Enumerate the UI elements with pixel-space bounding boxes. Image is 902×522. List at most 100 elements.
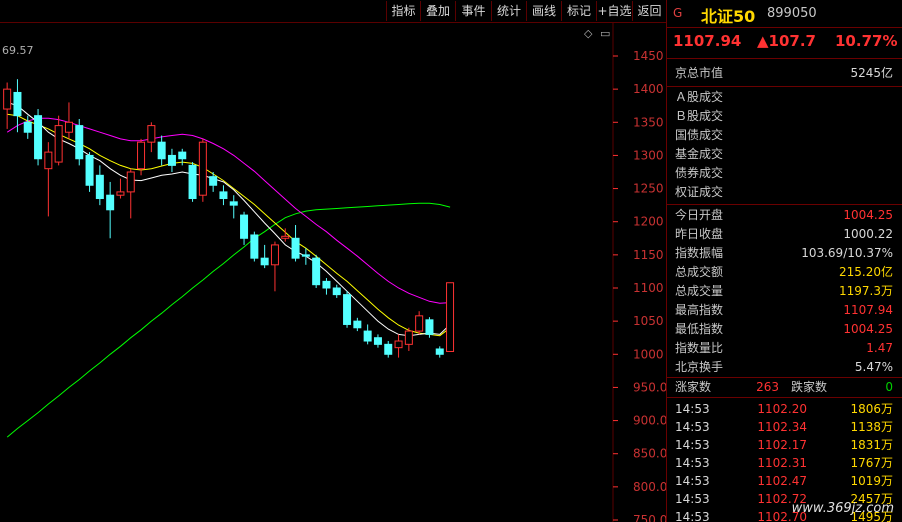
candle-body-down <box>219 191 228 200</box>
info-row: 指数振幅 103.69/10.37% <box>667 244 902 263</box>
candle-body-down <box>332 287 341 296</box>
tick-time: 14:53 <box>675 420 710 434</box>
tick-price: 1102.17 <box>757 438 807 452</box>
overlay-button[interactable]: 叠加 <box>420 1 455 21</box>
candle-body-up <box>394 340 403 349</box>
tick-price: 1102.47 <box>757 474 807 488</box>
candle-body-down <box>229 201 238 206</box>
panel-divider <box>667 397 902 398</box>
y-axis-tick-label: 1150 <box>633 248 664 262</box>
kline-chart[interactable]: 1450 1400 1350 1300 1250 1200 1150 1100 1050 1000… <box>0 23 666 522</box>
candle-body-down <box>291 237 300 259</box>
info-label: 国债成交 <box>675 128 724 142</box>
index-name: 北证50 <box>701 7 756 26</box>
tick-row: 14:53 1102.34 1138万 <box>667 418 902 436</box>
candle-body-up <box>137 141 146 170</box>
diamond-icon[interactable]: ◇ <box>584 27 593 40</box>
tick-time: 14:53 <box>675 474 710 488</box>
info-value: 215.20亿 <box>839 265 893 279</box>
y-axis-tick-label: 1300 <box>633 148 664 162</box>
event-button[interactable]: 事件 <box>455 1 491 21</box>
y-axis-tick-label: 1450 <box>633 49 664 63</box>
window-icon[interactable]: ▭ <box>600 27 610 40</box>
quote-panel: G 北证50 899050 1107.94 ▲107.7 10.77% 京总市值 5245亿 Ａ… <box>666 0 902 522</box>
tick-time: 14:53 <box>675 456 710 470</box>
candle-body-down <box>312 257 321 286</box>
tick-time: 14:53 <box>675 402 710 416</box>
price-change: ▲107.7 <box>757 32 816 50</box>
panel-divider <box>667 86 902 87</box>
mark-button[interactable]: 标记 <box>561 1 596 21</box>
info-value: 1004.25 <box>843 322 893 336</box>
tick-volume: 1831万 <box>850 438 893 452</box>
candle-body-down <box>425 319 434 335</box>
info-label: 最高指数 <box>675 303 724 317</box>
info-label: 最低指数 <box>675 322 724 336</box>
tick-price: 1102.20 <box>757 402 807 416</box>
candle-body-down <box>240 214 249 239</box>
info-row: 京总市值 5245亿 <box>667 64 902 83</box>
info-value: 1000.22 <box>843 227 893 241</box>
tick-price: 1102.31 <box>757 456 807 470</box>
y-axis-tick-label: 1100 <box>633 281 664 295</box>
info-value: 1197.3万 <box>839 284 893 298</box>
info-label: 基金成交 <box>675 147 724 161</box>
panel-divider <box>667 58 902 59</box>
candle-body-down <box>95 174 104 200</box>
candle-body-down <box>250 234 259 259</box>
info-label: 总成交量 <box>675 284 724 298</box>
info-row: 昨日收盘 1000.22 <box>667 225 902 244</box>
candle-body-down <box>209 176 218 186</box>
info-row: Ａ股成交 <box>667 88 902 107</box>
stats-button[interactable]: 统计 <box>491 1 526 21</box>
info-label: 指数量比 <box>675 341 724 355</box>
tick-row: 14:53 1102.20 1806万 <box>667 400 902 418</box>
candle-body-down <box>157 141 166 160</box>
indicator-button[interactable]: 指标 <box>386 1 420 21</box>
watermark-text: www.369jz.com <box>791 501 894 516</box>
kline-chart-svg[interactable]: 1450 1400 1350 1300 1250 1200 1150 1100 1050 1000… <box>0 23 666 522</box>
candle-body-down <box>343 294 352 325</box>
candle-body-up <box>54 125 63 163</box>
candle-body-up <box>270 244 279 266</box>
candle-body-down <box>322 280 331 289</box>
y-axis-tick-label: 850.00 <box>633 447 666 461</box>
info-value: 1.47 <box>866 341 893 355</box>
info-row: 指数量比 1.47 <box>667 339 902 358</box>
info-label: 指数振幅 <box>675 246 724 260</box>
candle-body-down <box>384 343 393 355</box>
info-row: 权证成交 <box>667 183 902 202</box>
info-row: 北京换手 5.47% <box>667 358 902 377</box>
info-label: 昨日收盘 <box>675 227 724 241</box>
stock-marker: G <box>673 6 683 20</box>
candle-body-down <box>34 115 43 160</box>
candle-body-up <box>3 88 12 110</box>
info-label: Ｂ股成交 <box>675 109 724 123</box>
tick-volume: 1019万 <box>850 474 893 488</box>
candle-body-down <box>363 330 372 342</box>
candle-body-down <box>435 348 444 355</box>
candle-body-down <box>23 121 32 133</box>
advance-label: 涨家数 <box>675 380 712 394</box>
tick-row: 14:53 1102.31 1767万 <box>667 454 902 472</box>
back-button[interactable]: 返回 <box>632 1 666 21</box>
y-axis-tick-label: 1400 <box>633 82 664 96</box>
info-label: 总成交额 <box>675 265 724 279</box>
candle-body-down <box>301 254 310 257</box>
info-label: 权证成交 <box>675 185 724 199</box>
draw-line-button[interactable]: 画线 <box>526 1 561 21</box>
info-row: 最低指数 1004.25 <box>667 320 902 339</box>
candle-body-down <box>188 164 197 200</box>
info-row: 债券成交 <box>667 164 902 183</box>
info-row: 基金成交 <box>667 145 902 164</box>
candle-body-up <box>446 282 455 352</box>
info-label: 债券成交 <box>675 166 724 180</box>
add-watchlist-button[interactable]: +自选 <box>596 1 632 21</box>
candle-body-down <box>13 91 22 117</box>
panel-divider <box>667 27 902 28</box>
tick-volume: 1138万 <box>850 420 893 434</box>
current-price: 1107.94 <box>673 32 742 50</box>
candle-body-up <box>64 121 73 133</box>
tick-time: 14:53 <box>675 510 710 522</box>
y-axis-tick-label: 750.00 <box>633 513 666 522</box>
